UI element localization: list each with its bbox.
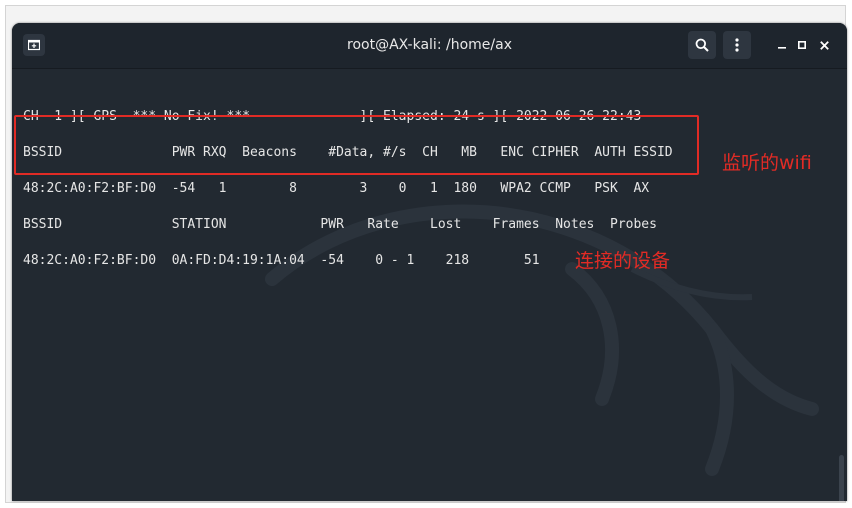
- ap-table-row: 48:2C:A0:F2:BF:D0 -54 1 8 3 0 1 180 WPA2…: [23, 181, 650, 196]
- search-icon: [695, 38, 709, 52]
- connected-devices-label: 连接的设备: [575, 250, 671, 272]
- title-bar: root@AX-kali: /home/ax: [12, 23, 847, 69]
- new-tab-button[interactable]: [23, 34, 45, 56]
- close-icon: [819, 40, 829, 50]
- menu-button[interactable]: [723, 31, 751, 59]
- close-button[interactable]: [814, 35, 834, 55]
- kebab-menu-icon: [735, 38, 739, 52]
- minimize-button[interactable]: [772, 35, 792, 55]
- station-table-row: 48:2C:A0:F2:BF:D0 0A:FD:D4:19:1A:04 -54 …: [23, 253, 540, 268]
- maximize-icon: [798, 41, 806, 49]
- search-button[interactable]: [688, 31, 716, 59]
- scrollbar[interactable]: [839, 455, 844, 501]
- minimize-icon: [778, 47, 786, 49]
- new-tab-icon: [28, 39, 40, 51]
- terminal-window: root@AX-kali: /home/ax CH 1][GPS *** N…: [12, 23, 847, 501]
- highlight-box: [14, 115, 699, 175]
- station-table-header: BSSID STATION PWR Rate Lost Frames Notes…: [23, 217, 657, 232]
- maximize-button[interactable]: [792, 35, 812, 55]
- window-title: root@AX-kali: /home/ax: [347, 37, 512, 53]
- monitored-wifi-label: 监听的wifi: [722, 152, 812, 174]
